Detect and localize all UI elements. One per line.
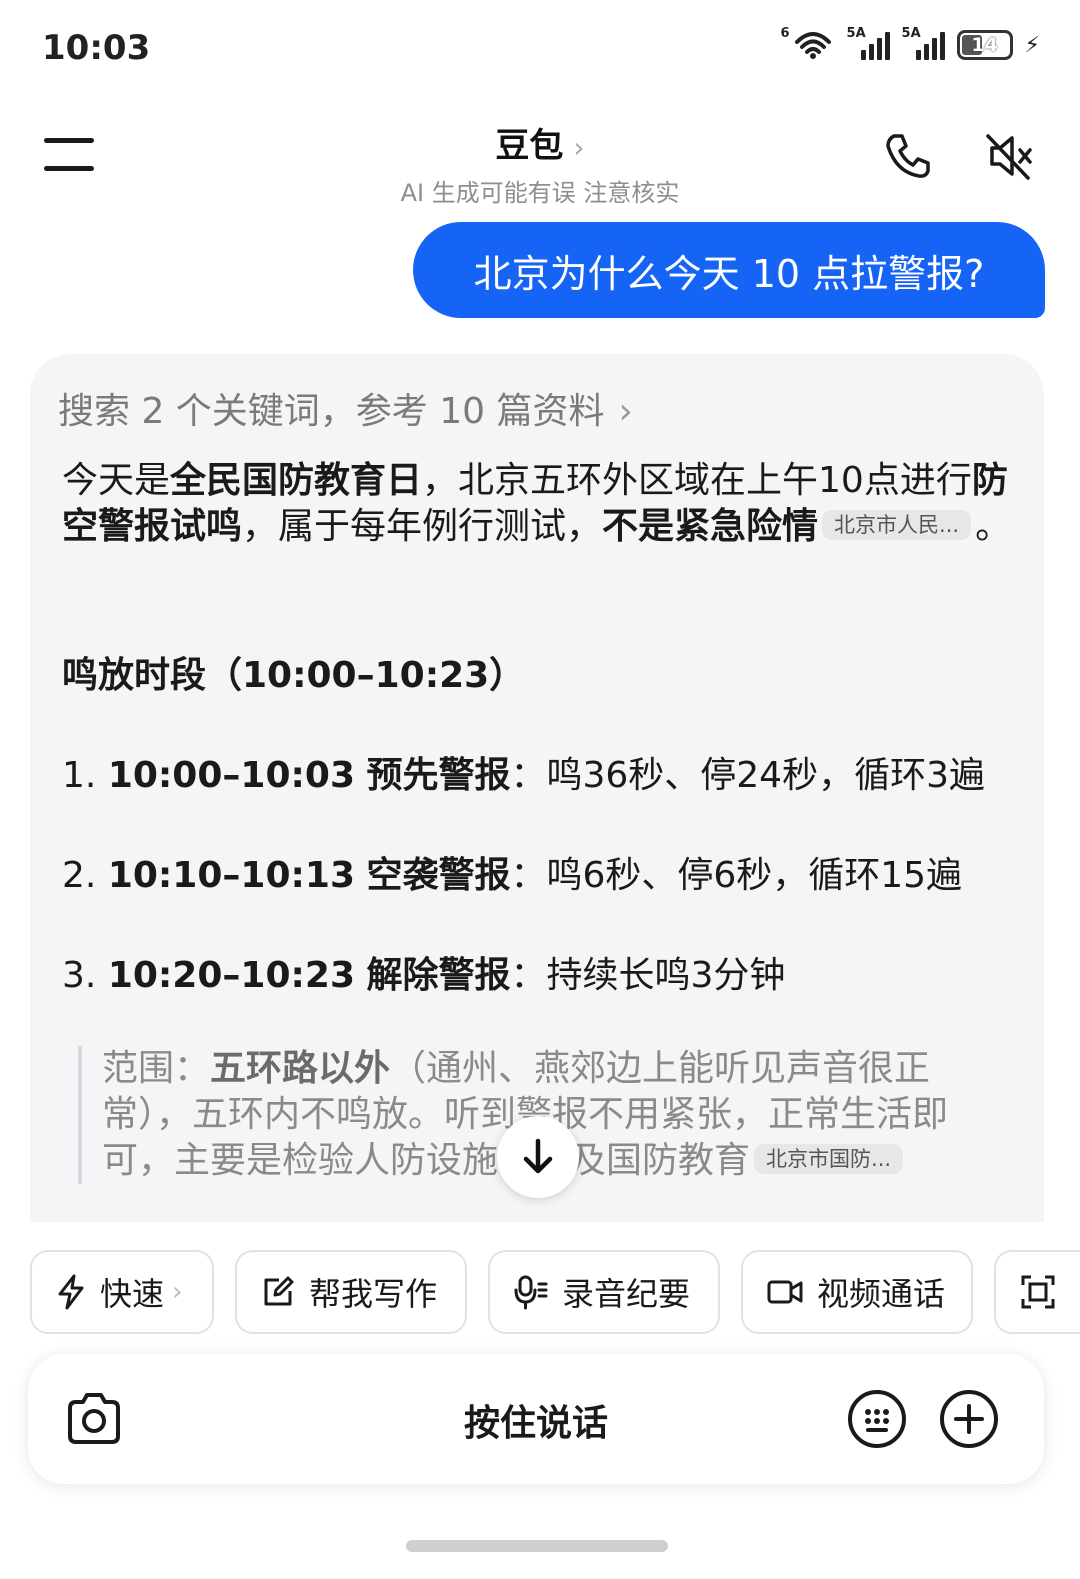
- signal-icon: 5A: [847, 26, 890, 60]
- chevron-right-icon: ›: [573, 131, 585, 164]
- quick-mode-chip[interactable]: 快速 ›: [30, 1250, 214, 1334]
- arrow-down-icon: [523, 1138, 553, 1174]
- charging-icon: ⚡: [1024, 32, 1040, 58]
- status-icons: 6 5A 5A 14 ⚡: [781, 26, 1040, 60]
- write-assist-chip[interactable]: 帮我写作: [235, 1250, 467, 1334]
- edit-icon: [264, 1276, 294, 1306]
- phone-icon[interactable]: [882, 130, 934, 182]
- list-item: 2. 10:10–10:13 空袭警报：鸣6秒、停6秒，循环15遍: [62, 855, 963, 896]
- lightning-icon: [58, 1274, 84, 1310]
- signal-icon: 5A: [902, 26, 945, 60]
- scan-icon: [1021, 1275, 1055, 1309]
- search-summary[interactable]: 搜索 2 个关键词，参考 10 篇资料 ›: [58, 382, 633, 434]
- status-bar: 10:03 6 5A 5A 14 ⚡: [0, 0, 1080, 100]
- speaker-mute-icon[interactable]: [980, 128, 1036, 184]
- plus-icon[interactable]: [938, 1388, 1000, 1450]
- microphone-icon: [514, 1275, 548, 1310]
- keyboard-icon[interactable]: [846, 1388, 908, 1450]
- list-item: 1. 10:00–10:03 预先警报：鸣36秒、停24秒，循环3遍: [62, 755, 985, 796]
- list-item: 3. 10:20–10:23 解除警报：持续长鸣3分钟: [62, 955, 786, 996]
- user-message-bubble[interactable]: 北京为什么今天 10 点拉警报?: [413, 222, 1045, 318]
- section-heading: 鸣放时段（10:00–10:23）: [62, 655, 526, 696]
- wifi-icon: 6: [781, 26, 835, 60]
- chevron-right-icon: ›: [618, 391, 633, 432]
- input-bar: 按住说话: [28, 1354, 1044, 1484]
- video-call-chip[interactable]: 视频通话: [741, 1250, 973, 1334]
- assistant-answer-card: 搜索 2 个关键词，参考 10 篇资料 › 今天是全民国防教育日，北京五环外区域在…: [30, 354, 1044, 1222]
- chevron-right-icon: ›: [172, 1277, 183, 1307]
- more-actions-chip[interactable]: [994, 1250, 1080, 1334]
- video-camera-icon: [767, 1280, 803, 1304]
- answer-paragraph: 今天是全民国防教育日，北京五环外区域在上午10点进行防空警报试鸣，属于每年例行测…: [62, 460, 1012, 547]
- home-indicator[interactable]: [406, 1540, 668, 1552]
- recording-notes-chip[interactable]: 录音纪要: [488, 1250, 720, 1334]
- chat-header: 豆包 › AI 生成可能有误 注意核实: [0, 100, 1080, 220]
- battery-icon: 14: [956, 30, 1013, 60]
- reference-chip[interactable]: 北京市国防...: [754, 1144, 904, 1174]
- scroll-to-bottom-button[interactable]: [497, 1116, 579, 1198]
- status-time: 10:03: [42, 28, 151, 68]
- reference-chip[interactable]: 北京市人民...: [822, 510, 972, 540]
- quick-actions-row: 快速 › 帮我写作 录音纪要 视频通话: [0, 1250, 1080, 1334]
